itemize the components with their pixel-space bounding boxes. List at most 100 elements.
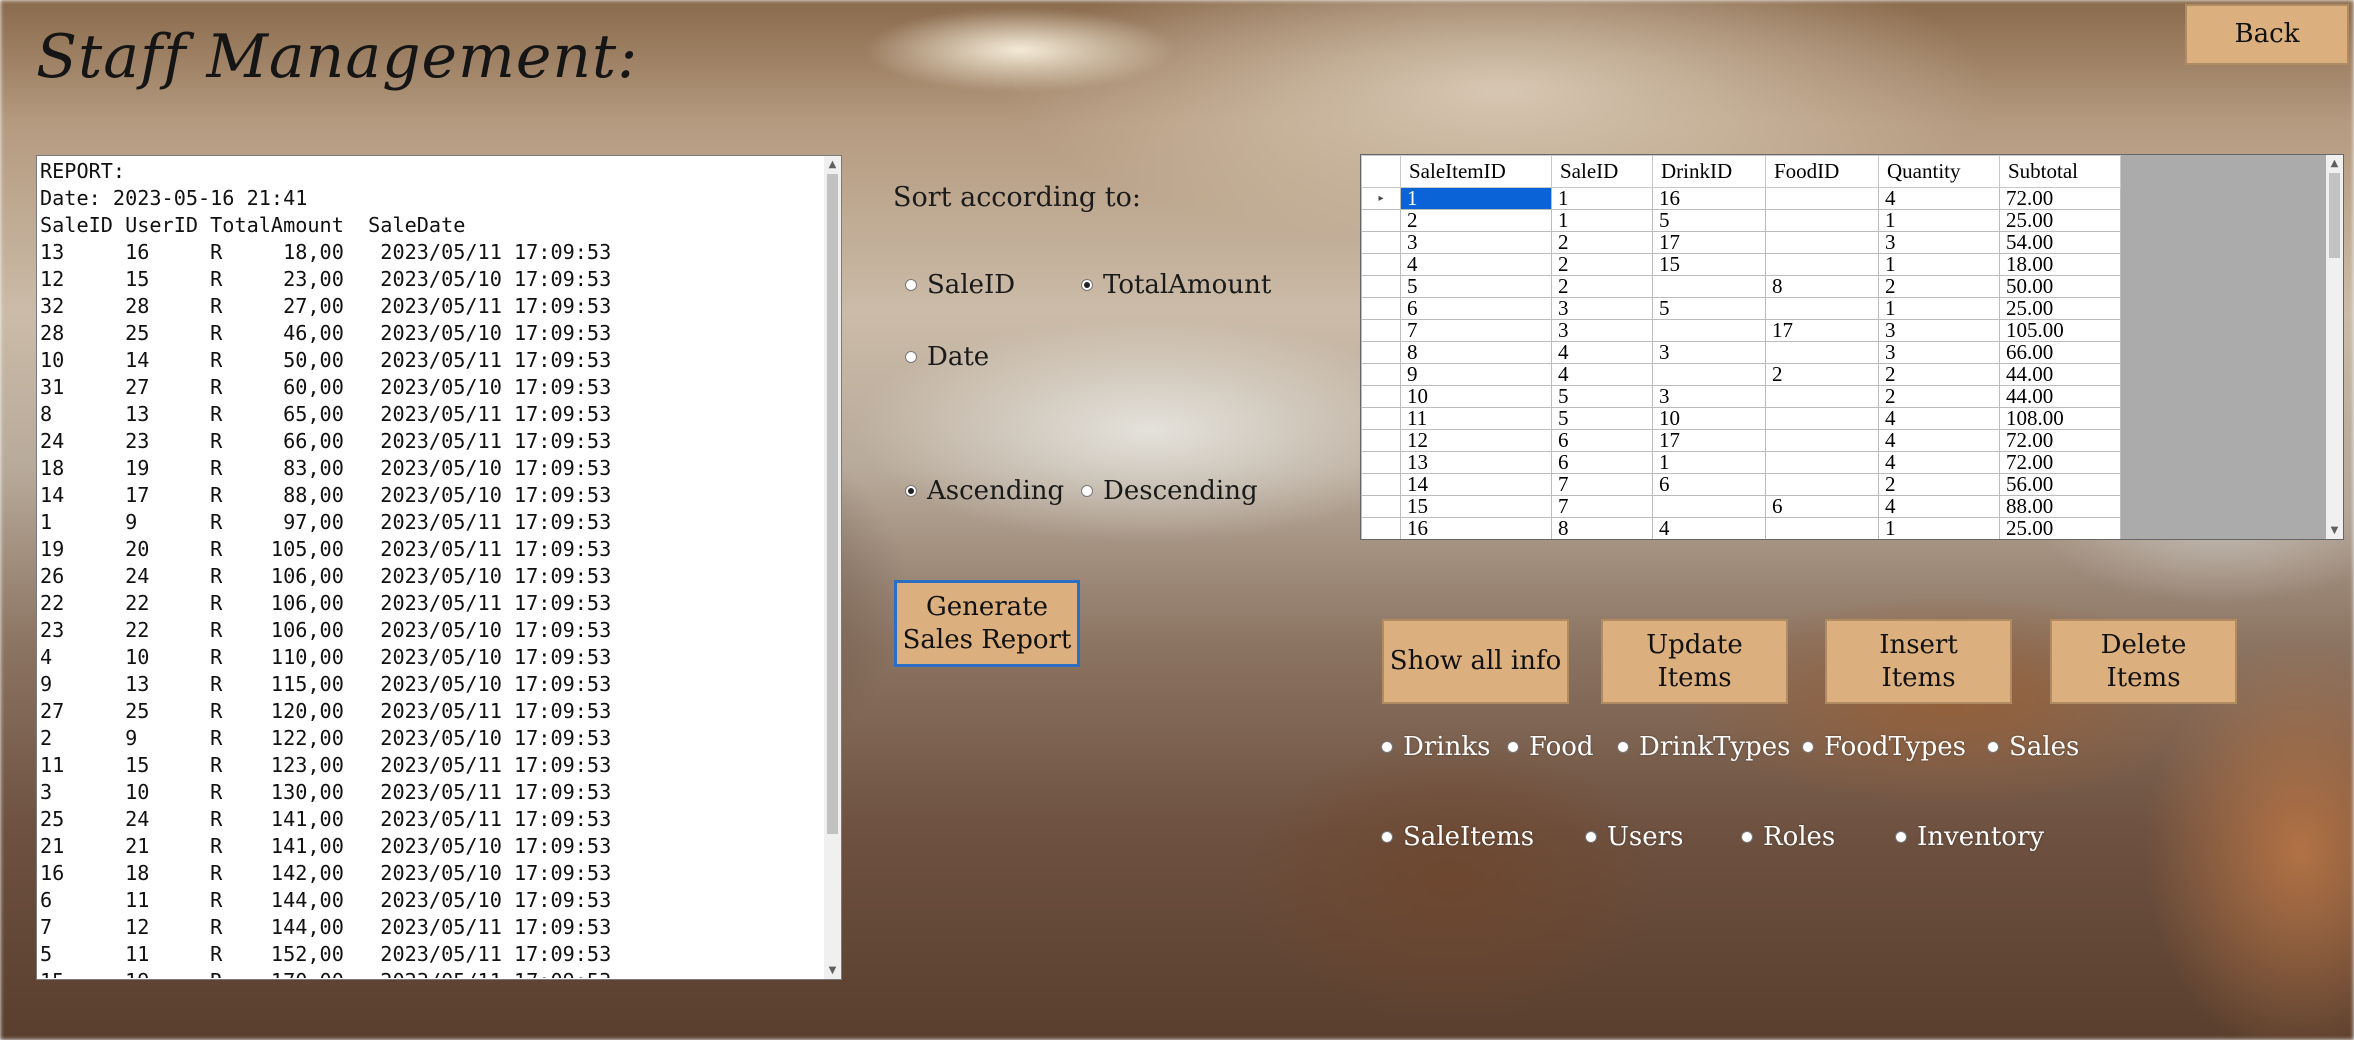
radio-table-foodtypes[interactable]: FoodTypes — [1802, 732, 1966, 762]
radio-table-saleitems[interactable]: SaleItems — [1381, 822, 1534, 852]
table-row[interactable]: 2 1 5 1 25.00 — [1361, 209, 2121, 232]
table-cell[interactable]: 3 — [1551, 319, 1653, 342]
table-cell[interactable]: 2 — [1765, 363, 1879, 386]
report-scrollbar[interactable]: ▲ ▼ — [824, 156, 841, 979]
table-row[interactable]: 5 2 8 2 50.00 — [1361, 275, 2121, 298]
table-cell[interactable]: 5 — [1400, 275, 1552, 298]
table-cell[interactable] — [1765, 341, 1879, 364]
radio-table-roles[interactable]: Roles — [1741, 822, 1835, 852]
scrollbar-thumb[interactable] — [827, 174, 838, 834]
scroll-up-icon[interactable]: ▲ — [824, 156, 841, 173]
table-cell[interactable]: 7 — [1551, 473, 1653, 496]
column-header[interactable]: SaleItemID — [1400, 155, 1552, 188]
radio-table-users[interactable]: Users — [1585, 822, 1683, 852]
table-cell[interactable] — [1765, 297, 1879, 320]
generate-report-button[interactable]: Generate Sales Report — [894, 580, 1080, 667]
row-header[interactable] — [1361, 517, 1401, 539]
table-cell[interactable]: 8 — [1765, 275, 1879, 298]
row-header[interactable] — [1361, 385, 1401, 408]
table-cell[interactable] — [1765, 517, 1879, 539]
table-cell[interactable]: 1 — [1652, 451, 1766, 474]
radio-table-drinks[interactable]: Drinks — [1381, 732, 1490, 762]
table-row[interactable]: 4 2 15 1 18.00 — [1361, 253, 2121, 276]
table-cell[interactable]: 44.00 — [1999, 385, 2121, 408]
table-cell[interactable]: 6 — [1551, 429, 1653, 452]
table-cell[interactable]: 10 — [1652, 407, 1766, 430]
table-cell[interactable] — [1652, 363, 1766, 386]
table-cell[interactable] — [1765, 187, 1879, 210]
row-header[interactable] — [1361, 275, 1401, 298]
table-row[interactable]: 8 4 3 3 66.00 — [1361, 341, 2121, 364]
table-cell[interactable]: 14 — [1400, 473, 1552, 496]
table-row[interactable]: 7 3 17 3 105.00 — [1361, 319, 2121, 342]
table-cell[interactable]: 1 — [1551, 187, 1653, 210]
table-cell[interactable]: 66.00 — [1999, 341, 2121, 364]
table-row[interactable]: 11 5 10 4 108.00 — [1361, 407, 2121, 430]
row-header[interactable] — [1361, 407, 1401, 430]
radio-table-drinktypes[interactable]: DrinkTypes — [1617, 732, 1791, 762]
radio-sort-saleid[interactable]: SaleID — [905, 270, 1015, 300]
table-cell[interactable]: 3 — [1652, 341, 1766, 364]
table-cell[interactable]: 4 — [1551, 341, 1653, 364]
update-items-button[interactable]: Update Items — [1601, 619, 1788, 704]
table-row[interactable]: 16 8 4 1 25.00 — [1361, 517, 2121, 539]
back-button[interactable]: Back — [2185, 4, 2349, 65]
table-cell[interactable]: 8 — [1551, 517, 1653, 539]
table-cell[interactable]: 1 — [1551, 209, 1653, 232]
table-cell[interactable]: 88.00 — [1999, 495, 2121, 518]
column-header[interactable]: Subtotal — [1999, 155, 2121, 188]
table-cell[interactable]: 15 — [1652, 253, 1766, 276]
table-cell[interactable]: 1 — [1878, 253, 2000, 276]
table-cell[interactable]: 3 — [1652, 385, 1766, 408]
table-row[interactable]: ▸ 1 1 16 4 72.00 — [1361, 187, 2121, 210]
table-cell[interactable]: 6 — [1652, 473, 1766, 496]
row-header[interactable] — [1361, 297, 1401, 320]
table-cell[interactable]: 4 — [1878, 407, 2000, 430]
grid-scrollbar[interactable]: ▲ ▼ — [2326, 155, 2343, 539]
row-header[interactable] — [1361, 319, 1401, 342]
table-cell[interactable]: 25.00 — [1999, 209, 2121, 232]
table-cell[interactable]: 16 — [1400, 517, 1552, 539]
table-row[interactable]: 13 6 1 4 72.00 — [1361, 451, 2121, 474]
table-cell[interactable]: 108.00 — [1999, 407, 2121, 430]
column-header[interactable]: SaleID — [1551, 155, 1653, 188]
table-cell[interactable] — [1765, 451, 1879, 474]
radio-table-sales[interactable]: Sales — [1987, 732, 2079, 762]
table-cell[interactable]: 72.00 — [1999, 187, 2121, 210]
table-cell[interactable] — [1652, 319, 1766, 342]
table-cell[interactable]: 5 — [1551, 407, 1653, 430]
table-cell[interactable]: 12 — [1400, 429, 1552, 452]
table-cell[interactable]: 13 — [1400, 451, 1552, 474]
table-cell[interactable] — [1765, 253, 1879, 276]
table-row[interactable]: 12 6 17 4 72.00 — [1361, 429, 2121, 452]
table-cell[interactable]: 4 — [1652, 517, 1766, 539]
scroll-down-icon[interactable]: ▼ — [2326, 522, 2343, 539]
table-row[interactable]: 9 4 2 2 44.00 — [1361, 363, 2121, 386]
table-cell[interactable]: 25.00 — [1999, 297, 2121, 320]
table-row[interactable]: 10 5 3 2 44.00 — [1361, 385, 2121, 408]
table-cell[interactable]: 72.00 — [1999, 429, 2121, 452]
column-header[interactable]: Quantity — [1878, 155, 2000, 188]
table-cell[interactable]: 4 — [1878, 187, 2000, 210]
show-all-info-button[interactable]: Show all info — [1382, 619, 1569, 704]
table-cell[interactable]: 18.00 — [1999, 253, 2121, 276]
table-row[interactable]: 6 3 5 1 25.00 — [1361, 297, 2121, 320]
table-cell[interactable]: 15 — [1400, 495, 1552, 518]
table-cell[interactable]: 17 — [1652, 231, 1766, 254]
table-cell[interactable]: 17 — [1652, 429, 1766, 452]
table-cell[interactable]: 72.00 — [1999, 451, 2121, 474]
row-header[interactable] — [1361, 473, 1401, 496]
table-cell[interactable]: 8 — [1400, 341, 1552, 364]
table-cell[interactable]: 7 — [1551, 495, 1653, 518]
table-cell[interactable]: 5 — [1551, 385, 1653, 408]
radio-order-ascending[interactable]: Ascending — [905, 476, 1064, 506]
table-cell[interactable]: 1 — [1878, 517, 2000, 539]
column-header[interactable]: FoodID — [1765, 155, 1879, 188]
table-cell[interactable]: 2 — [1400, 209, 1552, 232]
data-grid[interactable]: SaleItemID SaleID DrinkID FoodID Quantit… — [1360, 154, 2344, 540]
table-cell[interactable] — [1765, 473, 1879, 496]
row-header[interactable] — [1361, 341, 1401, 364]
table-cell[interactable]: 6 — [1551, 451, 1653, 474]
table-cell[interactable]: 4 — [1400, 253, 1552, 276]
table-cell[interactable]: 3 — [1400, 231, 1552, 254]
